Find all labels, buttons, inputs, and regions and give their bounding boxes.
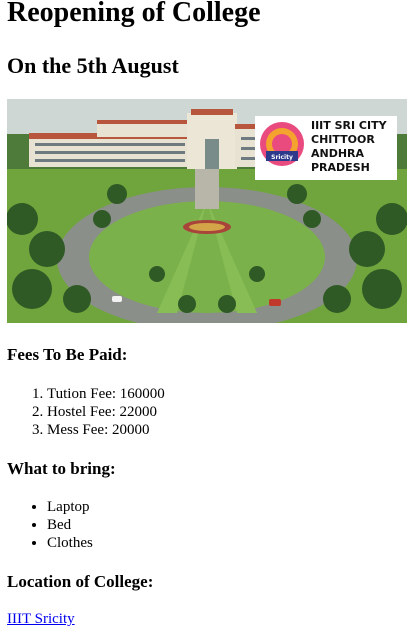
list-item: Laptop bbox=[47, 498, 93, 516]
college-logo: Sricity IIIT SRI CITY CHITTOOR ANDHRA PR… bbox=[255, 116, 397, 180]
list-item: Bed bbox=[47, 516, 93, 534]
logo-line-3: ANDHRA bbox=[311, 147, 365, 160]
logo-seal-text: Sricity bbox=[271, 154, 293, 161]
fees-heading: Fees To Be Paid: bbox=[7, 345, 128, 364]
list-item: Tution Fee: 160000 bbox=[47, 385, 165, 403]
location-heading: Location of College: bbox=[7, 572, 154, 591]
bring-list: Laptop Bed Clothes bbox=[47, 498, 93, 552]
campus-image: Sricity IIIT SRI CITY CHITTOOR ANDHRA PR… bbox=[7, 99, 407, 323]
page-subtitle: On the 5th August bbox=[7, 53, 179, 78]
college-location-link[interactable]: IIIT Sricity bbox=[7, 611, 75, 628]
list-item: Hostel Fee: 22000 bbox=[47, 403, 165, 421]
campus-illustration: Sricity IIIT SRI CITY CHITTOOR ANDHRA PR… bbox=[7, 99, 407, 323]
bring-heading: What to bring: bbox=[7, 459, 116, 478]
logo-line-4: PRADESH bbox=[311, 161, 370, 174]
fees-list: Tution Fee: 160000 Hostel Fee: 22000 Mes… bbox=[47, 385, 165, 439]
logo-line-1: IIIT SRI CITY bbox=[311, 119, 388, 132]
logo-line-2: CHITTOOR bbox=[311, 133, 375, 146]
page-title: Reopening of College bbox=[7, 0, 261, 28]
list-item: Mess Fee: 20000 bbox=[47, 421, 165, 439]
list-item: Clothes bbox=[47, 534, 93, 552]
